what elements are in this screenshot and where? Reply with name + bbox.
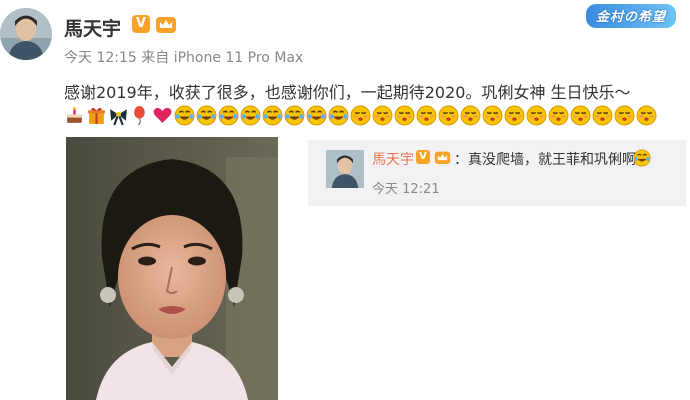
kiss-icon — [548, 105, 569, 126]
laugh-cry-icon — [174, 105, 195, 126]
kiss-icon — [482, 105, 503, 126]
laugh-cry-icon — [306, 105, 327, 126]
user-name[interactable]: 馬天宇 — [64, 14, 121, 41]
reply-timestamp[interactable]: 今天 12:21 — [372, 178, 440, 197]
kiss-icon — [570, 105, 591, 126]
crown-badge-icon — [155, 14, 177, 34]
watermark-logo: 金村の希望 — [585, 4, 676, 28]
kiss-icon — [614, 105, 635, 126]
bow-icon — [108, 105, 129, 126]
reply-verified-badge: V — [416, 150, 430, 164]
balloon-icon — [130, 105, 151, 126]
laugh-cry-icon — [633, 149, 651, 167]
avatar[interactable] — [0, 8, 52, 60]
kiss-icon — [504, 105, 525, 126]
heart-icon — [152, 105, 173, 126]
kiss-icon — [350, 105, 371, 126]
gift-icon — [86, 105, 107, 126]
kiss-icon — [416, 105, 437, 126]
kiss-icon — [394, 105, 415, 126]
laugh-cry-icon — [196, 105, 217, 126]
post-text: 感谢2019年，收获了很多，也感谢你们，一起期待2020。巩俐女神 生日快乐～ — [64, 83, 631, 102]
kiss-icon — [636, 105, 657, 126]
reply-card[interactable]: 馬天宇 V ：真没爬墙，就王菲和巩俐啊 今天 12:21 — [308, 140, 686, 206]
post-photo[interactable] — [66, 137, 278, 400]
reply-crown-badge-icon — [434, 149, 451, 165]
reply-avatar[interactable] — [326, 150, 364, 188]
reply-user-name[interactable]: 馬天宇 — [372, 149, 414, 169]
kiss-icon — [526, 105, 547, 126]
kiss-icon — [438, 105, 459, 126]
laugh-cry-icon — [218, 105, 239, 126]
kiss-icon — [592, 105, 613, 126]
emoji-row — [64, 103, 657, 127]
cake-icon — [64, 105, 85, 126]
post-timestamp[interactable]: 今天 12:15 来自 iPhone 11 Pro Max — [64, 47, 303, 67]
verified-badge: V — [132, 15, 150, 33]
laugh-cry-icon — [328, 105, 349, 126]
kiss-icon — [372, 105, 393, 126]
laugh-cry-icon — [240, 105, 261, 126]
laugh-cry-icon — [284, 105, 305, 126]
reply-text: ：真没爬墙，就王菲和巩俐啊 — [454, 152, 636, 168]
kiss-icon — [460, 105, 481, 126]
laugh-cry-icon — [262, 105, 283, 126]
